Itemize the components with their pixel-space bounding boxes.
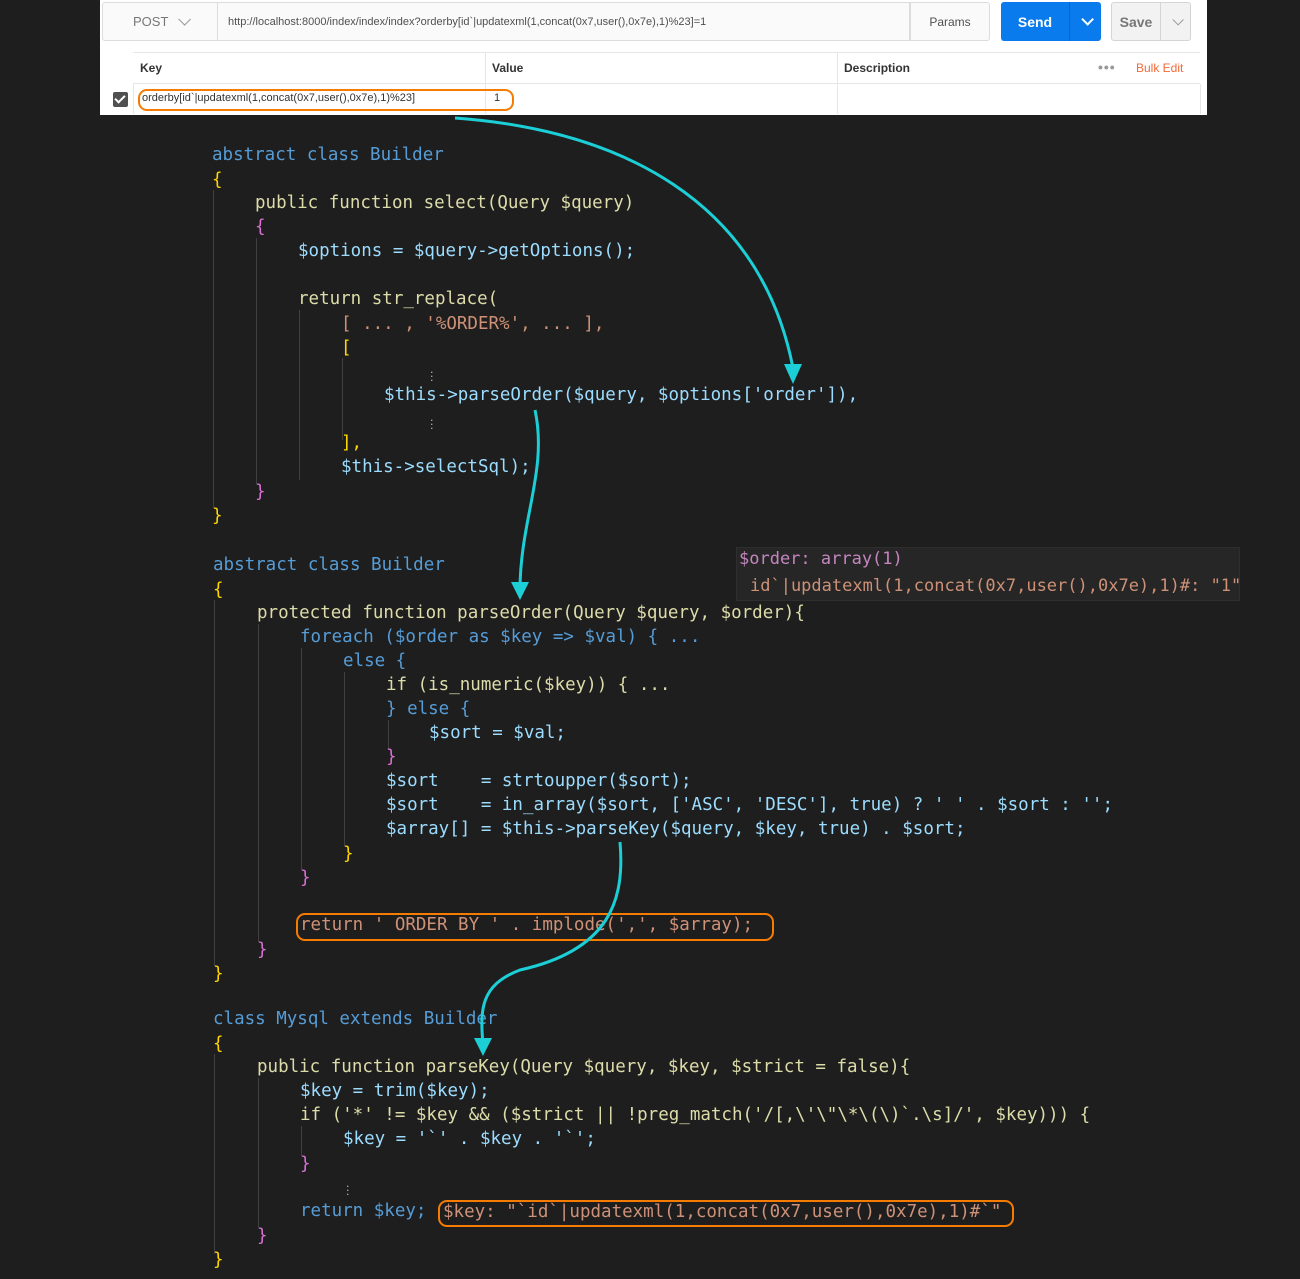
arrowhead-icon	[784, 364, 802, 384]
flow-arrow-2	[518, 409, 540, 591]
arrowhead-icon	[474, 1038, 492, 1056]
flow-arrow-1	[454, 116, 795, 369]
flow-arrows	[454, 116, 802, 1056]
arrowhead-icon	[511, 582, 529, 600]
flow-arrow-3	[480, 841, 623, 1046]
